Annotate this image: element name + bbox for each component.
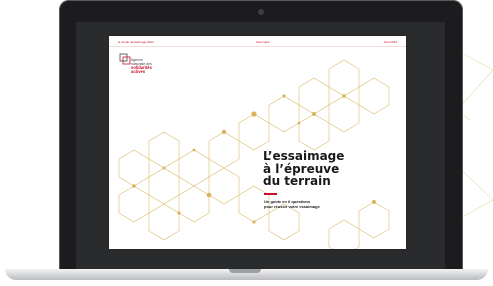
title-divider [264, 193, 277, 195]
document-title: L’essaimage à l’épreuve du terrain [263, 149, 345, 188]
document-subtitle: Un guide en 6 questions pour réussir vot… [264, 199, 320, 209]
header-section-link[interactable]: Sommaire [256, 40, 270, 44]
camera-icon [258, 9, 264, 15]
document-cover-page: le Guide dessaimage 2024 Sommaire Avril … [109, 36, 406, 249]
header-right-text: Avril 2024 [383, 40, 397, 44]
header-left-text: le Guide dessaimage 2024 [118, 40, 154, 44]
laptop-notch [229, 269, 261, 273]
hexagon-network-illustration [118, 59, 390, 249]
